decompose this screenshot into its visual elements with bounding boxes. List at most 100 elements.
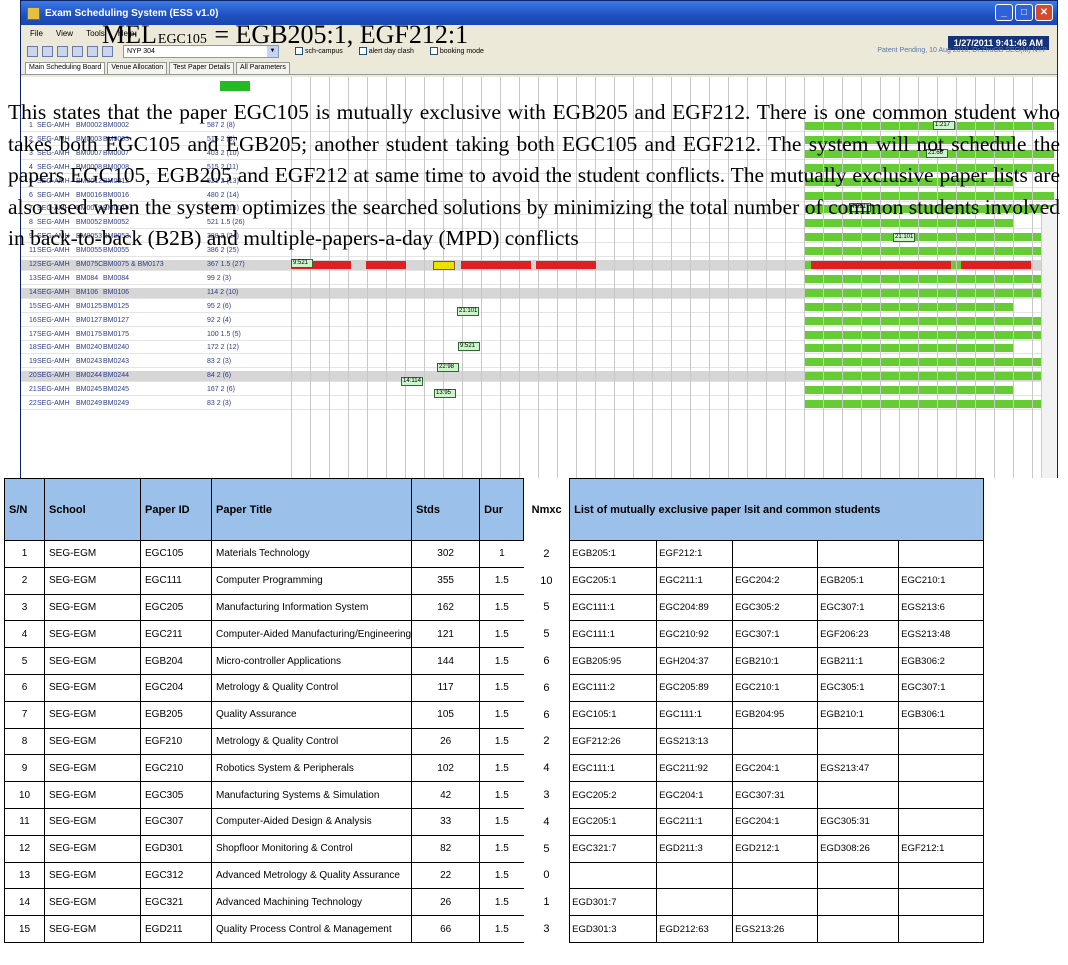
cell-school: SEG-EGM — [44, 862, 141, 890]
cell-stds: 162 — [411, 594, 480, 622]
cell-title: Materials Technology — [210, 540, 412, 568]
cell-school: SEG-EGM — [44, 915, 141, 943]
cell-title: Advanced Metrology & Quality Assurance — [210, 862, 412, 890]
table-row: 13 SEG-EGM EGC312 Advanced Metrology & Qual… — [4, 861, 985, 890]
cell-sn: 4 — [4, 620, 45, 649]
cell-exclusive-paper: EGC211:92 — [656, 754, 734, 783]
cell-id: EGD211 — [140, 915, 212, 943]
cell-exclusive-paper: EGB210:1 — [817, 700, 900, 729]
cell-sn: 15 — [4, 915, 45, 943]
cell-exclusive-paper: EGF212:1 — [898, 834, 985, 863]
cell-exclusive-paper — [898, 727, 985, 756]
cell-exclusive-paper: EGC305:31 — [817, 807, 900, 836]
table-row: 15 SEG-EGM EGD211 Quality Process Control &… — [4, 915, 985, 943]
cell-exclusive-paper: EGC111:1 — [656, 700, 734, 729]
cell-nmxc: 10 — [540, 574, 553, 587]
cell-dur: 1.5 — [479, 728, 524, 756]
cell-exclusive-paper: EGB204:95 — [732, 700, 819, 729]
cell-exclusive-paper: EGB205:95 — [569, 647, 658, 675]
table-row: 9 SEG-EGM EGC210 Robotics System & Peripher… — [4, 754, 985, 783]
cell-dur: 1.5 — [479, 594, 524, 622]
cell-exclusive-paper: EGC111:1 — [569, 593, 658, 622]
col-header-sn: S/N — [4, 478, 45, 541]
cell-exclusive-paper — [817, 540, 900, 568]
cell-id: EGC305 — [140, 781, 212, 809]
cell-id: EGC211 — [140, 620, 212, 649]
cell-exclusive-paper: EGC321:7 — [569, 834, 658, 863]
cell-exclusive-paper: EGC307:31 — [732, 781, 819, 809]
cell-dur: 1.5 — [479, 647, 524, 675]
cell-exclusive-paper: EGB210:1 — [732, 647, 819, 675]
cell-school: SEG-EGM — [44, 835, 141, 863]
cell-exclusive-paper: EGC307:1 — [732, 620, 819, 649]
cell-exclusive-paper: EGC305:1 — [817, 673, 900, 702]
cell-exclusive-paper: EGB306:2 — [898, 647, 985, 675]
cell-school: SEG-EGM — [44, 620, 141, 649]
cell-title: Manufacturing Systems & Simulation — [210, 781, 412, 809]
mutually-exclusive-table: S/N School Paper ID Paper Title Stds Dur… — [4, 478, 985, 943]
cell-sn: 3 — [4, 594, 45, 622]
cell-exclusive-paper: EGB211:1 — [817, 647, 900, 675]
cell-dur: 1.5 — [479, 915, 524, 943]
heading-list: = EGB205:1, EGF212:1 — [207, 20, 469, 49]
cell-title: Metrology & Quality Control — [210, 674, 412, 702]
cell-exclusive-paper: EGF212:26 — [569, 727, 658, 756]
cell-sn: 9 — [4, 754, 45, 783]
cell-title: Advanced Machining Technology — [210, 888, 412, 917]
cell-exclusive-paper: EGB306:1 — [898, 700, 985, 729]
cell-stds: 26 — [411, 728, 480, 756]
cell-exclusive-paper — [817, 888, 900, 917]
cell-school: SEG-EGM — [44, 728, 141, 756]
cell-nmxc: 6 — [543, 708, 550, 721]
table-row: 1 SEG-EGM EGC105 Materials Technology 302 1 2 E… — [4, 540, 985, 568]
cell-title: Shopfloor Monitoring & Control — [210, 835, 412, 863]
cell-exclusive-paper — [817, 915, 900, 943]
cell-exclusive-paper: EGC211:1 — [656, 566, 734, 595]
cell-exclusive-paper: EGD301:7 — [569, 888, 658, 917]
heading-subscript: EGC105 — [157, 32, 207, 47]
explanation-paragraph: This states that the paper EGC105 is mut… — [8, 100, 1060, 250]
cell-exclusive-paper: EGC211:1 — [656, 807, 734, 836]
cell-exclusive-paper: EGC204:1 — [732, 754, 819, 783]
cell-exclusive-paper: EGD308:26 — [817, 834, 900, 863]
cell-sn: 8 — [4, 728, 45, 756]
cell-exclusive-paper: EGC205:89 — [656, 673, 734, 702]
document-overlay: MELEGC105 = EGB205:1, EGF212:1 This stat… — [0, 0, 1068, 965]
cell-exclusive-paper: EGD212:63 — [656, 915, 734, 943]
cell-exclusive-paper: EGC307:1 — [898, 673, 985, 702]
cell-stds: 66 — [411, 915, 480, 943]
cell-id: EGC312 — [140, 862, 212, 890]
cell-exclusive-paper — [898, 915, 985, 943]
cell-dur: 1 — [479, 540, 524, 568]
cell-id: EGC105 — [140, 540, 212, 568]
cell-stds: 33 — [411, 808, 480, 836]
cell-title: Quality Assurance — [210, 701, 412, 729]
col-header-dur: Dur — [479, 478, 525, 541]
cell-stds: 355 — [411, 567, 480, 595]
cell-exclusive-paper: EGC204:1 — [732, 807, 819, 836]
cell-dur: 1.5 — [479, 835, 524, 863]
cell-stds: 26 — [411, 888, 480, 917]
table-row: 10 SEG-EGM EGC305 Manufacturing Systems & S… — [4, 781, 985, 809]
cell-id: EGF210 — [140, 728, 212, 756]
cell-exclusive-paper — [898, 807, 985, 836]
cell-id: EGC210 — [140, 754, 212, 783]
cell-dur: 1.5 — [479, 862, 524, 890]
cell-stds: 121 — [411, 620, 480, 649]
cell-nmxc: 3 — [543, 789, 550, 802]
table-row: 14 SEG-EGM EGC321 Advanced Machining Techno… — [4, 888, 985, 917]
cell-sn: 10 — [4, 781, 45, 809]
table-header-row: S/N School Paper ID Paper Title Stds Dur… — [4, 478, 985, 541]
cell-sn: 12 — [4, 835, 45, 863]
cell-dur: 1.5 — [479, 781, 524, 809]
cell-id: EGD301 — [140, 835, 212, 863]
col-header-paper-title: Paper Title — [210, 478, 413, 541]
cell-exclusive-paper: EGC111:1 — [569, 754, 658, 783]
cell-sn: 6 — [4, 674, 45, 702]
cell-id: EGC321 — [140, 888, 212, 917]
cell-nmxc: 6 — [543, 655, 550, 668]
cell-sn: 5 — [4, 647, 45, 675]
table-row: 6 SEG-EGM EGC204 Metrology & Quality Contro… — [4, 673, 985, 702]
cell-exclusive-paper: EGC111:1 — [569, 620, 658, 649]
cell-exclusive-paper — [656, 888, 734, 917]
